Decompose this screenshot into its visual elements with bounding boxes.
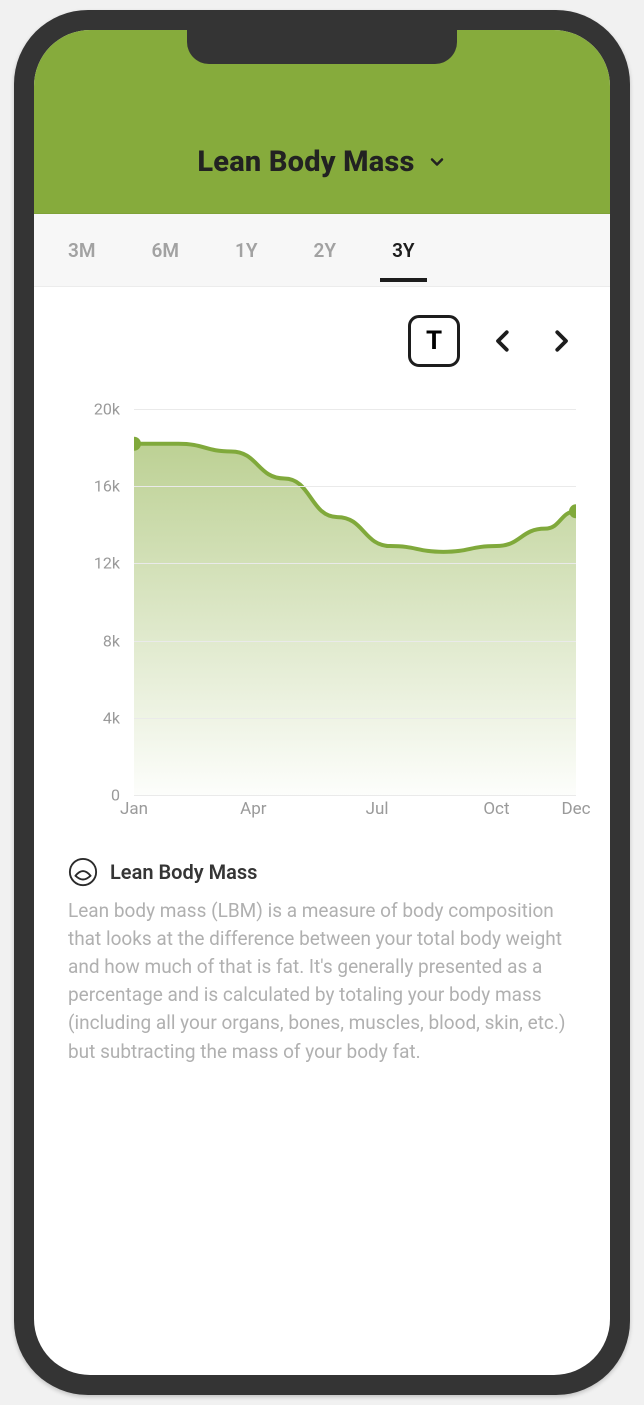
toggle-button[interactable]: T	[408, 315, 460, 367]
tab-6m[interactable]: 6M	[145, 219, 184, 282]
phone-frame: Lean Body Mass 3M 6M 1Y 2Y 3Y T 0 4k 8k 12k…	[14, 10, 630, 1395]
y-axis-label: 4k	[68, 708, 120, 727]
toggle-label: T	[426, 326, 442, 356]
gridline	[134, 795, 576, 796]
tab-1y[interactable]: 1Y	[229, 219, 264, 282]
device-notch	[187, 30, 457, 64]
y-axis-label: 20k	[68, 400, 120, 419]
info-description: Lean body mass (LBM) is a measure of bod…	[68, 897, 576, 1066]
chart-toolbar: T	[34, 287, 610, 367]
y-axis-label: 8k	[68, 631, 120, 650]
chevron-left-icon[interactable]	[488, 326, 518, 356]
chart-area-fill	[134, 444, 576, 795]
info-section: Lean Body Mass Lean body mass (LBM) is a…	[34, 829, 610, 1066]
y-axis-label: 16k	[68, 477, 120, 496]
gridline	[134, 409, 576, 410]
tab-3m[interactable]: 3M	[62, 219, 101, 282]
screen: Lean Body Mass 3M 6M 1Y 2Y 3Y T 0 4k 8k 12k…	[34, 30, 610, 1375]
gridline	[134, 641, 576, 642]
chart-container: 0 4k 8k 12k 16k 20k Jan Apr Jul Oct Dec	[34, 367, 610, 829]
tab-label: 3M	[68, 239, 95, 262]
y-axis-label: 0	[68, 786, 120, 805]
chevron-down-icon	[427, 152, 447, 172]
tab-label: 1Y	[235, 239, 258, 262]
chevron-right-icon[interactable]	[546, 326, 576, 356]
x-axis-label: Apr	[240, 799, 266, 819]
body-icon	[68, 857, 98, 887]
gridline	[134, 486, 576, 487]
x-axis-label: Oct	[483, 799, 509, 819]
tab-label: 6M	[151, 239, 178, 262]
metric-selector[interactable]: Lean Body Mass	[197, 145, 446, 179]
info-title: Lean Body Mass	[110, 860, 257, 884]
time-range-tabs: 3M 6M 1Y 2Y 3Y	[34, 214, 610, 287]
tab-2y[interactable]: 2Y	[308, 219, 343, 282]
gridline	[134, 563, 576, 564]
tab-label: 2Y	[314, 239, 337, 262]
x-axis-label: Jan	[120, 799, 148, 819]
gridline	[134, 718, 576, 719]
y-axis-label: 12k	[68, 554, 120, 573]
x-axis-label: Jul	[366, 799, 389, 819]
page-title: Lean Body Mass	[197, 145, 414, 179]
tab-label: 3Y	[392, 239, 415, 262]
area-chart: 04k8k12k16k20k JanAprJulOctDec	[68, 409, 576, 819]
tab-3y[interactable]: 3Y	[386, 219, 421, 282]
x-axis-label: Dec	[561, 799, 590, 819]
